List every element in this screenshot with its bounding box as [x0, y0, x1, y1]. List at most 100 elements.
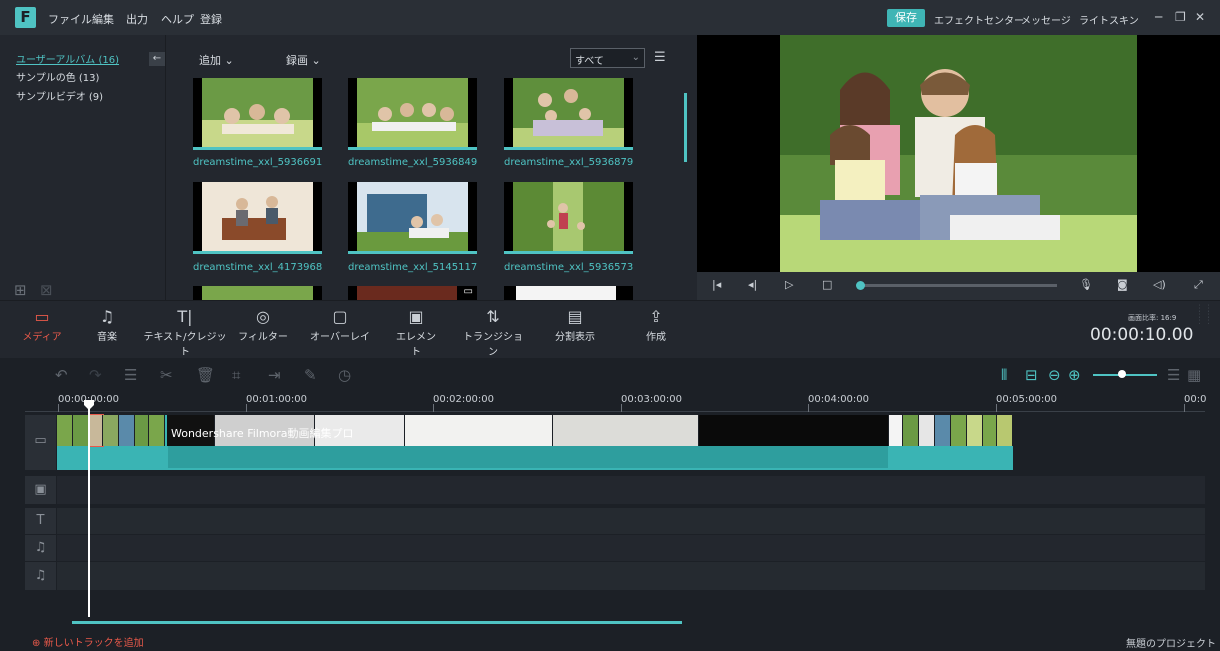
- cut-icon[interactable]: ✂: [160, 366, 173, 384]
- menu-file[interactable]: ファイル: [48, 11, 92, 27]
- video-clip[interactable]: [553, 415, 699, 446]
- minimize-icon[interactable]: ─: [1155, 10, 1162, 24]
- video-clip[interactable]: [903, 415, 919, 446]
- crop-icon[interactable]: ⌗: [232, 366, 240, 384]
- timeline-scrollbar[interactable]: [72, 621, 682, 624]
- media-thumb[interactable]: [504, 286, 633, 300]
- save-button[interactable]: 保存: [887, 9, 925, 27]
- media-image: [202, 286, 313, 300]
- delete-folder-icon[interactable]: ⊠: [40, 281, 53, 299]
- media-thumb[interactable]: [348, 182, 477, 254]
- import-dropdown[interactable]: 追加 ⌄: [199, 52, 234, 68]
- redo-icon[interactable]: ↷: [89, 366, 102, 384]
- delete-icon[interactable]: 🗑: [196, 366, 215, 384]
- grid-view-icon[interactable]: ▦: [1187, 366, 1201, 384]
- light-skin-link[interactable]: ライトスキン: [1079, 12, 1139, 27]
- ruler-tick: [433, 404, 434, 412]
- video-clip[interactable]: [889, 415, 903, 446]
- media-thumb[interactable]: ▭: [348, 286, 477, 300]
- ruler-label: 00:03:00:00: [621, 394, 683, 405]
- menu-register[interactable]: 登録: [200, 11, 222, 27]
- marker-icon[interactable]: ✎: [304, 366, 317, 384]
- step-back-icon[interactable]: ◂|: [748, 278, 757, 291]
- freeze-frame-icon[interactable]: ⇥: [268, 366, 281, 384]
- effect-center-link[interactable]: エフェクトセンター: [934, 12, 1024, 27]
- tab-split-screen[interactable]: ▤ 分割表示: [550, 306, 600, 343]
- list-view-icon[interactable]: ☰: [654, 50, 666, 65]
- speed-icon[interactable]: ◷: [338, 366, 351, 384]
- volume-icon[interactable]: ◁): [1153, 278, 1166, 291]
- video-clip[interactable]: [405, 415, 553, 446]
- stop-icon[interactable]: □: [822, 278, 832, 291]
- video-clip[interactable]: [919, 415, 935, 446]
- preview-progress-knob[interactable]: [856, 281, 865, 290]
- media-thumb[interactable]: [504, 78, 633, 150]
- zoom-out-icon[interactable]: ⊖: [1048, 366, 1061, 384]
- tab-transition[interactable]: ⇅ トランジション: [460, 306, 526, 358]
- music-track-2[interactable]: [57, 562, 1205, 590]
- video-clip[interactable]: [967, 415, 983, 446]
- video-track-icon: ▭: [34, 433, 47, 448]
- tab-text[interactable]: T| テキスト/クレジット: [143, 306, 227, 358]
- preview-progress-bar[interactable]: [857, 284, 1057, 287]
- clip-title: Wondershare Filmora動画編集プロ: [171, 427, 354, 440]
- tab-export[interactable]: ⇪ 作成: [641, 306, 671, 343]
- music-track[interactable]: [57, 535, 1205, 561]
- fit-timeline-icon[interactable]: ⊟: [1025, 366, 1038, 384]
- tab-music[interactable]: ♫ 音楽: [88, 306, 126, 343]
- fullscreen-icon[interactable]: ⤢: [1194, 278, 1203, 292]
- collapse-sidebar-button[interactable]: ←: [149, 52, 165, 66]
- library-scrollbar[interactable]: [684, 93, 687, 162]
- playhead[interactable]: [88, 402, 90, 617]
- tab-element[interactable]: ▣ エレメント: [392, 306, 440, 358]
- tab-media-label: メディア: [22, 332, 62, 343]
- image-track[interactable]: [57, 476, 1205, 504]
- tab-overlay[interactable]: ▢ オーバーレイ: [309, 306, 371, 343]
- video-clip[interactable]: [935, 415, 951, 446]
- media-thumb[interactable]: [193, 286, 322, 300]
- video-clip[interactable]: [699, 415, 889, 446]
- video-clip[interactable]: [88, 414, 104, 447]
- video-clip[interactable]: [135, 415, 149, 446]
- menu-help[interactable]: ヘルプ: [161, 11, 194, 27]
- close-icon[interactable]: ✕: [1195, 10, 1205, 24]
- video-clip[interactable]: [73, 415, 89, 446]
- album-sample-videos[interactable]: サンプルビデオ (9): [16, 88, 103, 103]
- tab-filter[interactable]: ◎ フィルター: [238, 306, 288, 343]
- text-track[interactable]: [57, 508, 1205, 534]
- media-thumb[interactable]: [348, 78, 477, 150]
- zoom-slider-knob[interactable]: [1118, 370, 1126, 378]
- maximize-icon[interactable]: ❐: [1175, 10, 1186, 24]
- music-track-2-icon: ♫: [34, 568, 47, 583]
- video-clip[interactable]: [103, 415, 119, 446]
- add-track-button[interactable]: ⊕ 新しいトラックを追加: [32, 634, 144, 649]
- camera-icon[interactable]: ◙: [1117, 278, 1128, 291]
- adjust-icon[interactable]: ☰: [124, 366, 137, 384]
- album-sample-colors[interactable]: サンプルの色 (13): [16, 69, 99, 84]
- menu-edit[interactable]: 編集: [92, 11, 114, 27]
- add-folder-icon[interactable]: ⊞: [14, 281, 27, 299]
- video-clip[interactable]: [983, 415, 997, 446]
- video-clip[interactable]: [951, 415, 967, 446]
- audio-mixer-icon[interactable]: ⫴: [1001, 366, 1007, 384]
- record-dropdown[interactable]: 録画 ⌄: [286, 52, 321, 68]
- video-clip[interactable]: [119, 415, 135, 446]
- album-user[interactable]: ユーザーアルバム (16): [16, 51, 119, 66]
- undo-icon[interactable]: ↶: [55, 366, 68, 384]
- video-clip[interactable]: [997, 415, 1013, 446]
- menu-export[interactable]: 出力: [126, 11, 148, 27]
- tab-media[interactable]: ▭ メディア: [22, 306, 62, 343]
- video-clip[interactable]: [149, 415, 165, 446]
- zoom-in-icon[interactable]: ⊕: [1068, 366, 1081, 384]
- media-thumb[interactable]: [504, 182, 633, 254]
- filter-select[interactable]: すべて ⌄: [570, 48, 645, 68]
- media-thumb[interactable]: [193, 182, 322, 254]
- list-view-toggle-icon[interactable]: ☰: [1167, 366, 1180, 384]
- microphone-icon[interactable]: 🎙: [1079, 278, 1093, 291]
- video-clip[interactable]: [57, 415, 73, 446]
- play-icon[interactable]: ▷: [785, 278, 793, 291]
- media-thumb[interactable]: [193, 78, 322, 150]
- messages-link[interactable]: メッセージ: [1021, 12, 1071, 27]
- skip-back-icon[interactable]: |◂: [712, 278, 721, 291]
- media-name: dreamstime_xxl_4173968: [193, 262, 323, 273]
